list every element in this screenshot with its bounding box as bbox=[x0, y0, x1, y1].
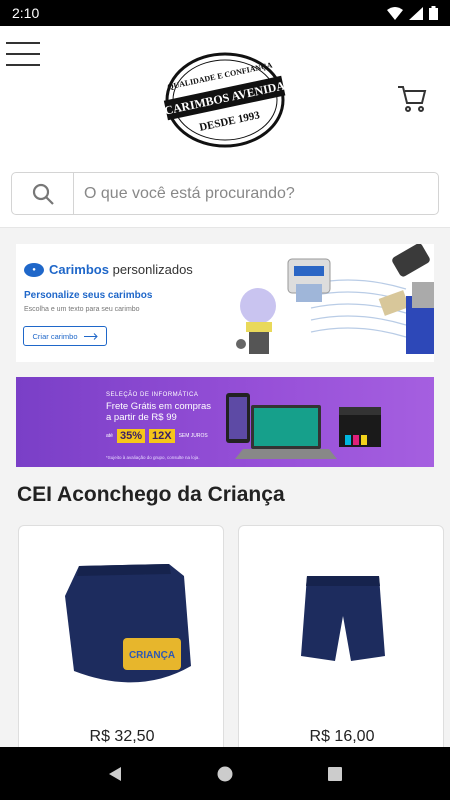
status-time: 2:10 bbox=[12, 5, 40, 21]
banner-brand: ● Carimbos personlizados bbox=[24, 262, 193, 277]
banner-brand-prefix: Carimbos bbox=[49, 262, 109, 277]
product-image-skirt-short: CRIANÇA bbox=[65, 564, 191, 683]
banner-selecao-informatica[interactable]: SELEÇÃO DE INFORMÁTICA Frete Grátis em c… bbox=[16, 377, 434, 467]
search-box bbox=[11, 172, 439, 215]
promo-offers: até 35% 12X SEM JUROS bbox=[106, 429, 208, 443]
wifi-icon bbox=[387, 6, 403, 20]
promo-installments-note: SEM JUROS bbox=[178, 432, 208, 439]
arrow-right-icon bbox=[83, 332, 98, 340]
status-bar: 2:10 bbox=[0, 0, 450, 26]
product-price: R$ 16,00 bbox=[309, 728, 375, 745]
product-card[interactable]: R$ 16,00 bbox=[238, 525, 444, 755]
recents-icon[interactable] bbox=[325, 764, 345, 784]
stamps-illustration bbox=[236, 244, 434, 354]
create-stamp-label: Criar carimbo bbox=[32, 331, 78, 341]
electronics-illustration bbox=[226, 393, 381, 459]
product-logo-text: CRIANÇA bbox=[129, 650, 175, 661]
app-header: QUALIDADE E CONFIANÇA CARIMBOS AVENIDA D… bbox=[0, 26, 450, 160]
product-price: R$ 32,50 bbox=[89, 728, 155, 745]
create-stamp-button[interactable]: Criar carimbo bbox=[23, 326, 107, 346]
store-logo[interactable]: QUALIDADE E CONFIANÇA CARIMBOS AVENIDA D… bbox=[163, 50, 287, 150]
back-icon[interactable] bbox=[105, 764, 125, 784]
battery-icon bbox=[429, 6, 438, 20]
promo-headline-line1: Frete Grátis em compras bbox=[106, 401, 212, 412]
banner-description: Escolha e um texto para seu carimbo bbox=[24, 306, 140, 313]
menu-icon[interactable] bbox=[6, 42, 40, 66]
status-icons bbox=[387, 6, 438, 20]
promo-headline-line2: a partir de R$ 99 bbox=[106, 412, 177, 423]
promo-discount-badge: 35% bbox=[116, 429, 145, 443]
product-card[interactable]: CRIANÇA R$ 32,50 bbox=[18, 525, 224, 755]
promo-installments-badge: 12X bbox=[148, 429, 175, 443]
banner-subtitle: Personalize seus carimbos bbox=[24, 290, 153, 301]
promo-pct-note: até bbox=[106, 432, 113, 439]
stamp-brand-icon: ● bbox=[24, 262, 44, 277]
section-title: CEI Aconchego da Criança bbox=[17, 483, 285, 506]
promo-fine-print: *Sujeito à avaliação do grupo, consulte … bbox=[106, 455, 200, 460]
product-image-short bbox=[301, 576, 385, 661]
promo-headline: Frete Grátis em compras a partir de R$ 9… bbox=[106, 401, 211, 423]
search-input[interactable] bbox=[74, 173, 438, 214]
promo-kicker: SELEÇÃO DE INFORMÁTICA bbox=[106, 392, 199, 398]
cart-icon[interactable] bbox=[396, 82, 428, 114]
search-icon[interactable] bbox=[12, 173, 74, 214]
banner-carimbos-personalizados[interactable]: ● Carimbos personlizados Personalize seu… bbox=[16, 244, 434, 362]
home-icon[interactable] bbox=[215, 764, 235, 784]
search-bar bbox=[0, 160, 450, 228]
banner-brand-suffix: personlizados bbox=[112, 262, 193, 277]
signal-icon bbox=[409, 6, 423, 20]
system-nav-bar bbox=[0, 747, 450, 800]
